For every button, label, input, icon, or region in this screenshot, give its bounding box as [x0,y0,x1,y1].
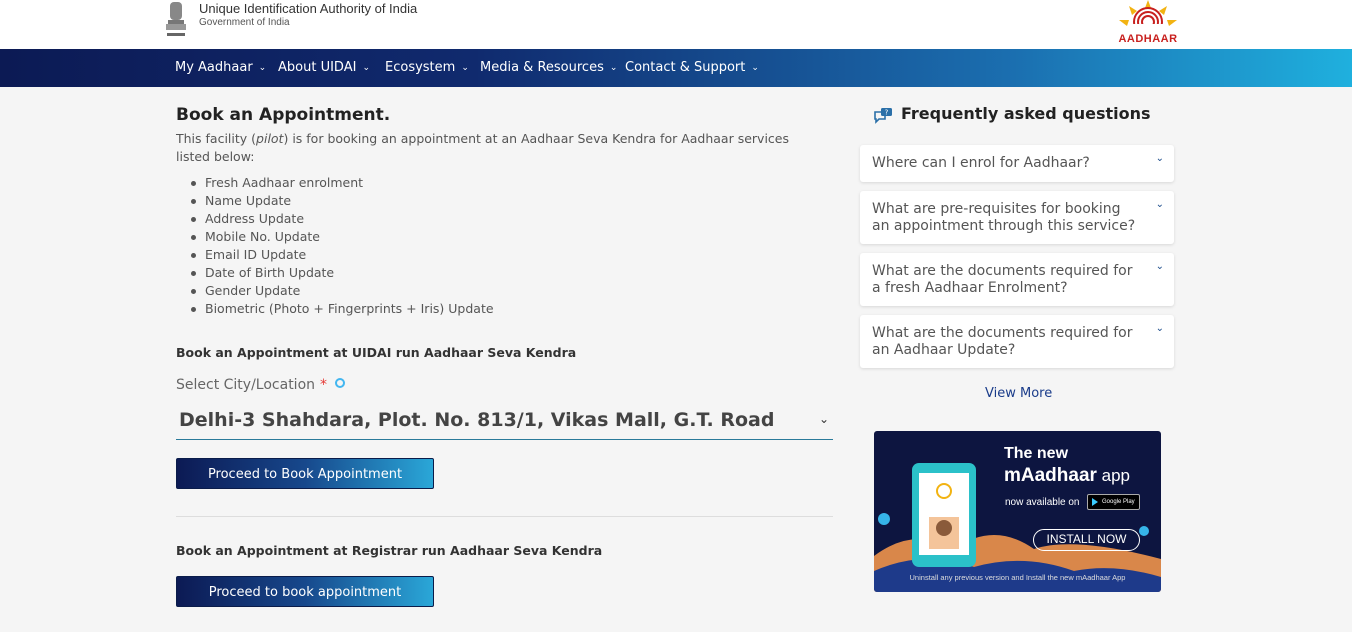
top-header: Unique Identification Authority of India… [0,0,1352,49]
info-icon[interactable] [335,378,346,388]
nav-contact-support[interactable]: Contact & Support ⌄ [625,49,759,87]
aadhaar-sun-icon [1119,0,1177,37]
chevron-down-icon: ⌄ [362,63,370,73]
faq-title: Frequently asked questions [901,104,1151,123]
banner-available: now available on [1005,497,1080,508]
aadhaar-logo[interactable]: AADHAAR [1107,0,1189,47]
nav-media-resources[interactable]: Media & Resources ⌄ [480,49,617,87]
faq-question: What are the documents required for an A… [872,325,1133,358]
list-item: Name Update [188,192,494,210]
nav-my-aadhaar[interactable]: My Aadhaar ⌄ [175,49,266,87]
banner-footer: Uninstall any previous version and Insta… [909,573,1126,582]
city-label-text: Select City/Location [176,377,316,393]
nav-label: Media & Resources [480,60,604,75]
list-item: Mobile No. Update [188,228,494,246]
divider [176,516,833,517]
nav-label: Ecosystem [385,60,456,75]
main-nav: My Aadhaar ⌄ About UIDAI ⌄ Ecosystem ⌄ Medi… [0,49,1352,87]
nav-label: Contact & Support [625,60,746,75]
chevron-down-icon: ⌄ [609,63,618,73]
nav-ecosystem[interactable]: Ecosystem ⌄ [385,49,469,87]
view-more-link[interactable]: View More [985,386,1052,401]
google-play-badge[interactable]: Google Play [1087,494,1140,510]
city-label: Select City/Location * [176,377,346,393]
chevron-down-icon: ⌄ [751,63,759,73]
app-name-bold: mAadhaar [1004,465,1097,486]
nav-label: About UIDAI [278,60,357,75]
org-subtitle: Government of India [199,17,290,28]
intro-part: This facility ( [176,131,257,146]
list-item: Address Update [188,210,494,228]
proceed-uidai-button[interactable]: Proceed to Book Appointment [176,458,434,489]
city-select[interactable]: Delhi-3 Shahdara, Plot. No. 813/1, Vikas… [176,404,833,440]
list-item: Gender Update [188,282,494,300]
national-emblem-icon [166,2,186,36]
faq-item[interactable]: What are the documents required for a fr… [860,253,1174,306]
chevron-down-icon: ⌄ [1155,261,1164,272]
page-title: Book an Appointment. [176,105,391,125]
faq-question: What are pre-requisites for booking an a… [872,201,1136,234]
uidai-section-title: Book an Appointment at UIDAI run Aadhaar… [176,345,577,360]
registrar-section-title: Book an Appointment at Registrar run Aad… [176,543,603,558]
list-item: Fresh Aadhaar enrolment [188,174,494,192]
chevron-down-icon: ⌄ [1155,323,1164,334]
list-item: Date of Birth Update [188,264,494,282]
chevron-down-icon: ⌄ [461,63,469,73]
nav-about-uidai[interactable]: About UIDAI ⌄ [278,49,370,87]
install-now-button[interactable]: INSTALL NOW [1033,529,1140,551]
chevron-down-icon: ⌄ [1155,153,1164,164]
faq-question: Where can I enrol for Aadhaar? [872,155,1090,171]
aadhaar-logo-text: AADHAAR [1118,33,1178,45]
maadhaar-banner[interactable]: The new mAadhaar app now available on Go… [874,431,1161,592]
intro-italic: pilot [256,131,284,146]
svg-text:?: ? [885,109,889,117]
intro-text: This facility (pilot) is for booking an … [176,130,816,166]
chevron-down-icon: ⌄ [258,63,267,73]
faq-question: What are the documents required for a fr… [872,263,1133,296]
services-list: Fresh Aadhaar enrolment Name Update Addr… [188,174,494,318]
chevron-down-icon: ⌄ [1155,199,1164,210]
required-mark: * [320,377,328,393]
faq-item[interactable]: Where can I enrol for Aadhaar? ⌄ [860,145,1174,182]
nav-label: My Aadhaar [175,60,253,75]
banner-app-name: mAadhaar app [1004,465,1130,487]
chevron-down-icon: ⌄ [818,412,829,426]
org-title: Unique Identification Authority of India [199,1,418,16]
faq-item[interactable]: What are pre-requisites for booking an a… [860,191,1174,244]
list-item: Email ID Update [188,246,494,264]
city-select-value: Delhi-3 Shahdara, Plot. No. 813/1, Vikas… [179,409,775,431]
app-name-suffix: app [1096,466,1131,485]
proceed-registrar-button[interactable]: Proceed to book appointment [176,576,434,607]
faq-chat-icon: ? [874,108,892,124]
banner-line1: The new [1004,445,1069,462]
list-item: Biometric (Photo + Fingerprints + Iris) … [188,300,494,318]
org-text: Unique Identification Authority of India… [199,1,417,30]
faq-item[interactable]: What are the documents required for an A… [860,315,1174,368]
